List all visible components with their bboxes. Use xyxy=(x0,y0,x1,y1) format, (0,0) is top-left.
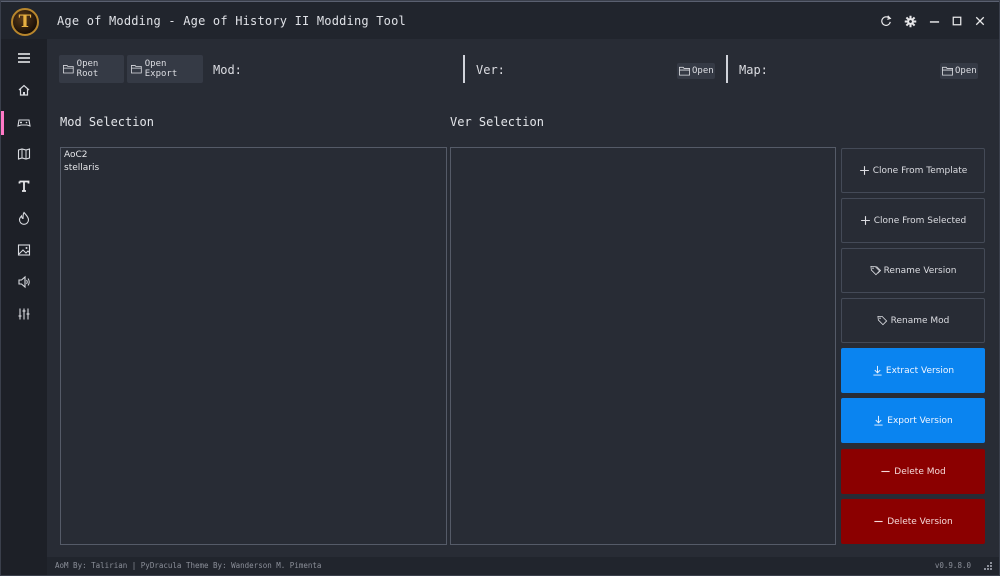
plus-icon xyxy=(860,216,870,225)
version-text: v0.9.8.0 xyxy=(934,561,971,570)
sound-icon[interactable] xyxy=(1,267,47,297)
left-nav xyxy=(1,39,47,575)
map-open-label: Open xyxy=(955,66,977,76)
logo-letter: T xyxy=(18,11,32,32)
open-root-button[interactable]: Open Root xyxy=(59,55,124,83)
open-export-button[interactable]: Open Export xyxy=(127,55,203,83)
app-logo: T xyxy=(11,8,39,36)
app-window: T Age of Modding - Age of History II Mod… xyxy=(0,0,1000,576)
tags-icon xyxy=(870,265,881,276)
folder-icon xyxy=(679,66,690,76)
sliders-icon[interactable] xyxy=(1,299,47,329)
tag-icon xyxy=(877,315,887,326)
minus-icon xyxy=(881,470,890,473)
credits-text: AoM By: Talirian | PyDracula Theme By: W… xyxy=(55,561,322,570)
folder-icon xyxy=(131,65,142,74)
rename-version-label: Rename Version xyxy=(883,265,957,276)
delete-mod-label: Delete Mod xyxy=(894,466,946,477)
fire-icon[interactable] xyxy=(1,203,47,233)
folder-icon xyxy=(63,65,74,74)
plus-icon xyxy=(859,166,869,175)
mod-label: Mod: xyxy=(213,63,242,77)
download-icon xyxy=(873,365,882,376)
delete-version-button[interactable]: Delete Version xyxy=(841,499,985,544)
toolbar-divider xyxy=(463,55,465,83)
text-icon[interactable] xyxy=(1,171,47,201)
export-version-label: Export Version xyxy=(887,415,953,426)
home-icon[interactable] xyxy=(1,75,47,105)
ver-list[interactable] xyxy=(450,147,836,545)
maximize-icon[interactable] xyxy=(948,12,966,30)
extract-version-button[interactable]: Extract Version xyxy=(841,348,985,393)
gamepad-icon xyxy=(17,119,31,127)
minus-icon xyxy=(874,520,883,523)
ver-selection-title: Ver Selection xyxy=(450,115,544,129)
window-title: Age of Modding - Age of History II Moddi… xyxy=(57,14,406,28)
open-root-label: Open Root xyxy=(76,59,99,79)
refresh-icon[interactable] xyxy=(877,12,895,30)
rename-version-button[interactable]: Rename Version xyxy=(841,248,985,293)
download-icon xyxy=(874,415,883,426)
ver-open-button[interactable]: Open xyxy=(677,63,715,79)
map-open-button[interactable]: Open xyxy=(940,63,978,79)
image-icon[interactable] xyxy=(1,235,47,265)
toolbar-divider xyxy=(726,55,728,83)
list-item[interactable]: AoC2 xyxy=(61,148,446,161)
rename-mod-button[interactable]: Rename Mod xyxy=(841,298,985,343)
ver-label: Ver: xyxy=(476,63,505,77)
clone-from-template-button[interactable]: Clone From Template xyxy=(841,148,985,193)
delete-version-label: Delete Version xyxy=(887,516,953,527)
clone-template-label: Clone From Template xyxy=(872,165,968,176)
clone-from-selected-button[interactable]: Clone From Selected xyxy=(841,198,985,243)
close-icon[interactable] xyxy=(971,12,989,30)
main-panel: Open Root Open Export Mod: Ver: Open Map… xyxy=(47,39,999,557)
resize-grip-icon[interactable] xyxy=(983,561,993,571)
map-icon[interactable] xyxy=(1,139,47,169)
extract-version-label: Extract Version xyxy=(885,365,955,376)
rename-mod-label: Rename Mod xyxy=(890,315,950,326)
map-label: Map: xyxy=(739,63,768,77)
folder-icon xyxy=(942,66,953,76)
title-bar: T Age of Modding - Age of History II Mod… xyxy=(1,1,999,39)
status-bar: AoM By: Talirian | PyDracula Theme By: W… xyxy=(47,557,999,575)
export-version-button[interactable]: Export Version xyxy=(841,398,985,443)
delete-mod-button[interactable]: Delete Mod xyxy=(841,449,985,494)
clone-selected-label: Clone From Selected xyxy=(873,215,967,226)
open-export-label: Open Export xyxy=(144,59,178,79)
mod-list[interactable]: AoC2 stellaris xyxy=(60,147,447,545)
minimize-icon[interactable] xyxy=(925,12,943,30)
gear-icon[interactable] xyxy=(901,12,919,30)
ver-open-label: Open xyxy=(692,66,714,76)
nav-item-mods[interactable] xyxy=(1,107,47,137)
menu-icon[interactable] xyxy=(1,43,47,73)
list-item[interactable]: stellaris xyxy=(61,161,446,174)
mod-selection-title: Mod Selection xyxy=(60,115,154,129)
